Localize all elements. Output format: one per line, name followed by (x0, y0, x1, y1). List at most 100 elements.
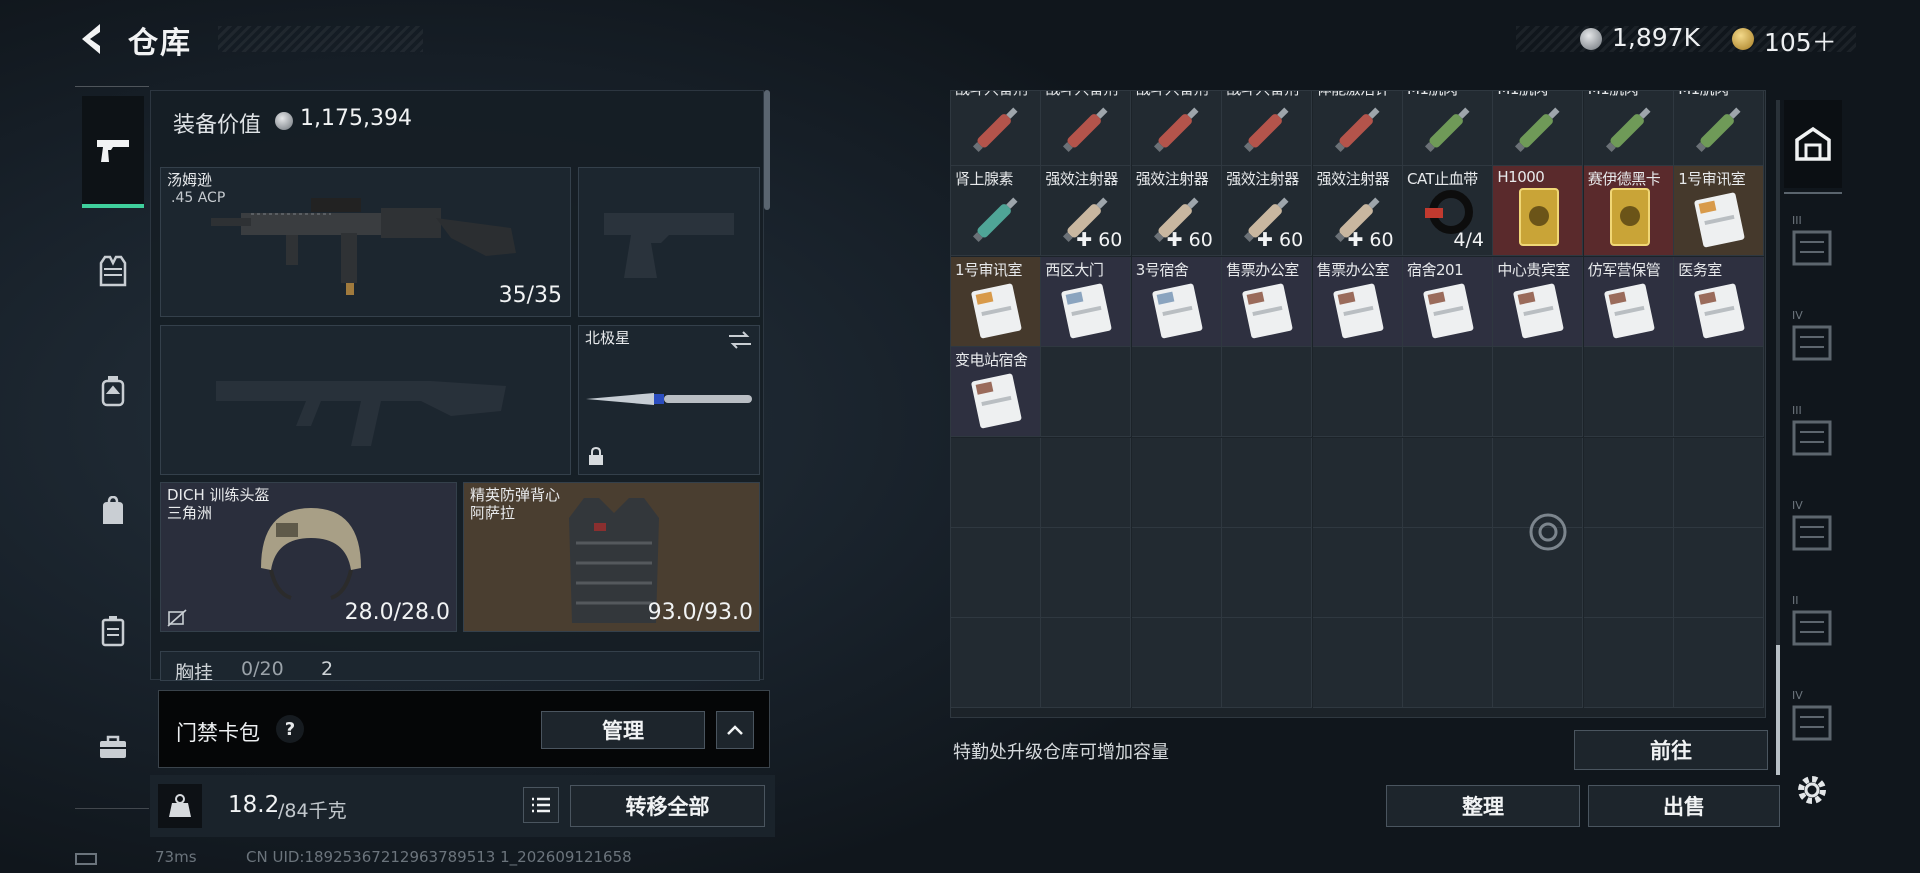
storage-item[interactable]: 战斗兴奋剂 (1131, 91, 1221, 165)
grid-cell[interactable] (1131, 437, 1222, 528)
back-arrow-icon[interactable] (74, 20, 110, 58)
grid-cell[interactable] (1131, 347, 1222, 438)
grid-cell[interactable] (1674, 528, 1765, 618)
storage-item[interactable]: 战斗兴奋剂 (951, 91, 1040, 165)
grid-cell[interactable] (1583, 437, 1674, 528)
storage-item[interactable]: M1肌肉 (1674, 91, 1764, 165)
grid-cell[interactable] (1131, 618, 1222, 709)
nav-bag-tab[interactable] (82, 480, 144, 542)
grid-cell[interactable] (1583, 347, 1674, 438)
sell-button[interactable]: 出售 (1588, 785, 1780, 827)
armor-slot[interactable]: 精英防弹背心 阿萨拉 93.0/93.0 (463, 482, 760, 632)
storage-item[interactable]: M1肌肉 (1493, 91, 1583, 165)
grid-cell[interactable] (1312, 347, 1403, 438)
storage-item[interactable]: 西区大门 (1041, 256, 1131, 346)
goto-button[interactable]: 前往 (1574, 730, 1768, 770)
storage-item[interactable]: 医务室 (1674, 256, 1764, 346)
grid-cell[interactable] (1312, 437, 1403, 528)
nav-toolbox-tab[interactable] (82, 716, 144, 778)
grid-cell[interactable] (1583, 618, 1674, 709)
nav-vest-tab[interactable] (82, 240, 144, 302)
storage-item[interactable]: 宿舍201 (1403, 256, 1492, 346)
grid-cell[interactable] (1403, 347, 1493, 438)
grid-cell[interactable] (1403, 437, 1493, 528)
sort-button[interactable]: 整理 (1386, 785, 1580, 827)
chest-rig-slot[interactable]: 胸挂 0/20 2 (160, 651, 760, 681)
storage-item[interactable]: 强效注射器 ✚ 60 (1131, 166, 1221, 256)
grid-cell[interactable] (1041, 618, 1132, 709)
grid-cell[interactable] (1222, 437, 1313, 528)
container-icon: IV (1792, 309, 1832, 361)
storage-item[interactable]: M1肌肉 (1583, 91, 1673, 165)
list-view-button[interactable] (523, 787, 559, 823)
grid-cell[interactable] (1041, 347, 1132, 438)
transfer-all-button[interactable]: 转移全部 (570, 785, 765, 827)
grid-cell[interactable] (1222, 618, 1313, 709)
swap-icon[interactable] (727, 330, 753, 350)
melee-slot[interactable]: 北极星 (578, 325, 760, 475)
storage-item[interactable]: H1000 (1493, 166, 1583, 256)
currency-gold[interactable]: 105＋ (1764, 23, 1837, 59)
grid-cell[interactable] (951, 528, 1041, 618)
storage-item[interactable]: 变电站宿舍 (951, 347, 1040, 437)
gear-icon[interactable] (1794, 772, 1830, 808)
keycard-icon (1061, 283, 1112, 339)
storage-subtab[interactable]: IV (1788, 493, 1838, 563)
primary-weapon-slot[interactable]: 汤姆逊 .45 ACP 35/35 (160, 167, 571, 317)
grid-cell[interactable] (951, 437, 1041, 528)
grid-cell[interactable] (951, 618, 1041, 709)
storage-item[interactable]: 1号审讯室 (1674, 166, 1764, 256)
nav-weapon-tab[interactable] (82, 96, 144, 208)
storage-item[interactable]: 3号宿舍 (1131, 256, 1221, 346)
storage-item[interactable]: 仿军营保管 (1583, 256, 1673, 346)
grid-cell[interactable] (1222, 347, 1313, 438)
storage-item[interactable]: 肾上腺素 (951, 166, 1040, 256)
storage-subtab[interactable]: IV (1788, 303, 1838, 373)
storage-item[interactable]: 战斗兴奋剂 (1041, 91, 1131, 165)
pistol-slot[interactable] (578, 167, 760, 317)
storage-tab-main[interactable] (1784, 100, 1842, 188)
storage-item[interactable]: 战斗兴奋剂 (1222, 91, 1312, 165)
storage-item[interactable]: 售票办公室 (1312, 256, 1402, 346)
loadout-scrollbar[interactable] (764, 90, 770, 210)
grid-cell[interactable] (1403, 618, 1493, 709)
storage-item[interactable]: 中心贵宾室 (1493, 256, 1583, 346)
syringe-icon (1153, 107, 1199, 153)
grid-cell[interactable] (1674, 347, 1765, 438)
grid-cell[interactable] (1493, 618, 1584, 709)
storage-item[interactable]: 1号审讯室 (951, 256, 1040, 346)
storage-item[interactable]: CAT止血带 4/4 (1403, 166, 1492, 256)
grid-cell[interactable] (1131, 528, 1222, 618)
collapse-button[interactable] (716, 711, 754, 749)
secondary-weapon-slot[interactable] (160, 325, 571, 475)
helmet-slot[interactable]: DICH 训练头盔 三角洲 28.0/28.0 (160, 482, 457, 632)
help-button[interactable]: ? (276, 715, 304, 743)
item-quantity: ✚ 60 (1166, 229, 1213, 252)
storage-subtab[interactable]: IV (1788, 683, 1838, 753)
storage-subtab[interactable]: II (1788, 588, 1838, 658)
storage-item[interactable]: 强效注射器 ✚ 60 (1041, 166, 1131, 256)
grid-cell[interactable] (1222, 528, 1313, 618)
grid-cell[interactable] (1674, 618, 1765, 709)
grid-cell[interactable] (1312, 528, 1403, 618)
grid-cell[interactable] (1041, 437, 1132, 528)
storage-scrollbar[interactable] (1776, 645, 1780, 775)
grid-cell[interactable] (1583, 528, 1674, 618)
manage-button[interactable]: 管理 (541, 711, 705, 749)
grid-cell[interactable] (1041, 528, 1132, 618)
storage-item[interactable]: 体能激活针 (1312, 91, 1402, 165)
grid-cell[interactable] (1312, 618, 1403, 709)
nav-case-tab[interactable] (82, 600, 144, 662)
storage-item[interactable]: 赛伊德黑卡 (1583, 166, 1673, 256)
storage-item[interactable]: M1肌肉 (1403, 91, 1492, 165)
storage-subtab[interactable]: III (1788, 208, 1838, 278)
storage-item[interactable]: 强效注射器 ✚ 60 (1222, 166, 1312, 256)
grid-cell[interactable] (1403, 528, 1493, 618)
helmet-icon (261, 508, 361, 600)
grid-cell[interactable] (1674, 437, 1765, 528)
nav-backpack-tab[interactable] (82, 360, 144, 422)
storage-item[interactable]: 强效注射器 ✚ 60 (1312, 166, 1402, 256)
storage-subtab[interactable]: III (1788, 398, 1838, 468)
storage-item[interactable]: 售票办公室 (1222, 256, 1312, 346)
grid-cell[interactable] (1493, 347, 1584, 438)
